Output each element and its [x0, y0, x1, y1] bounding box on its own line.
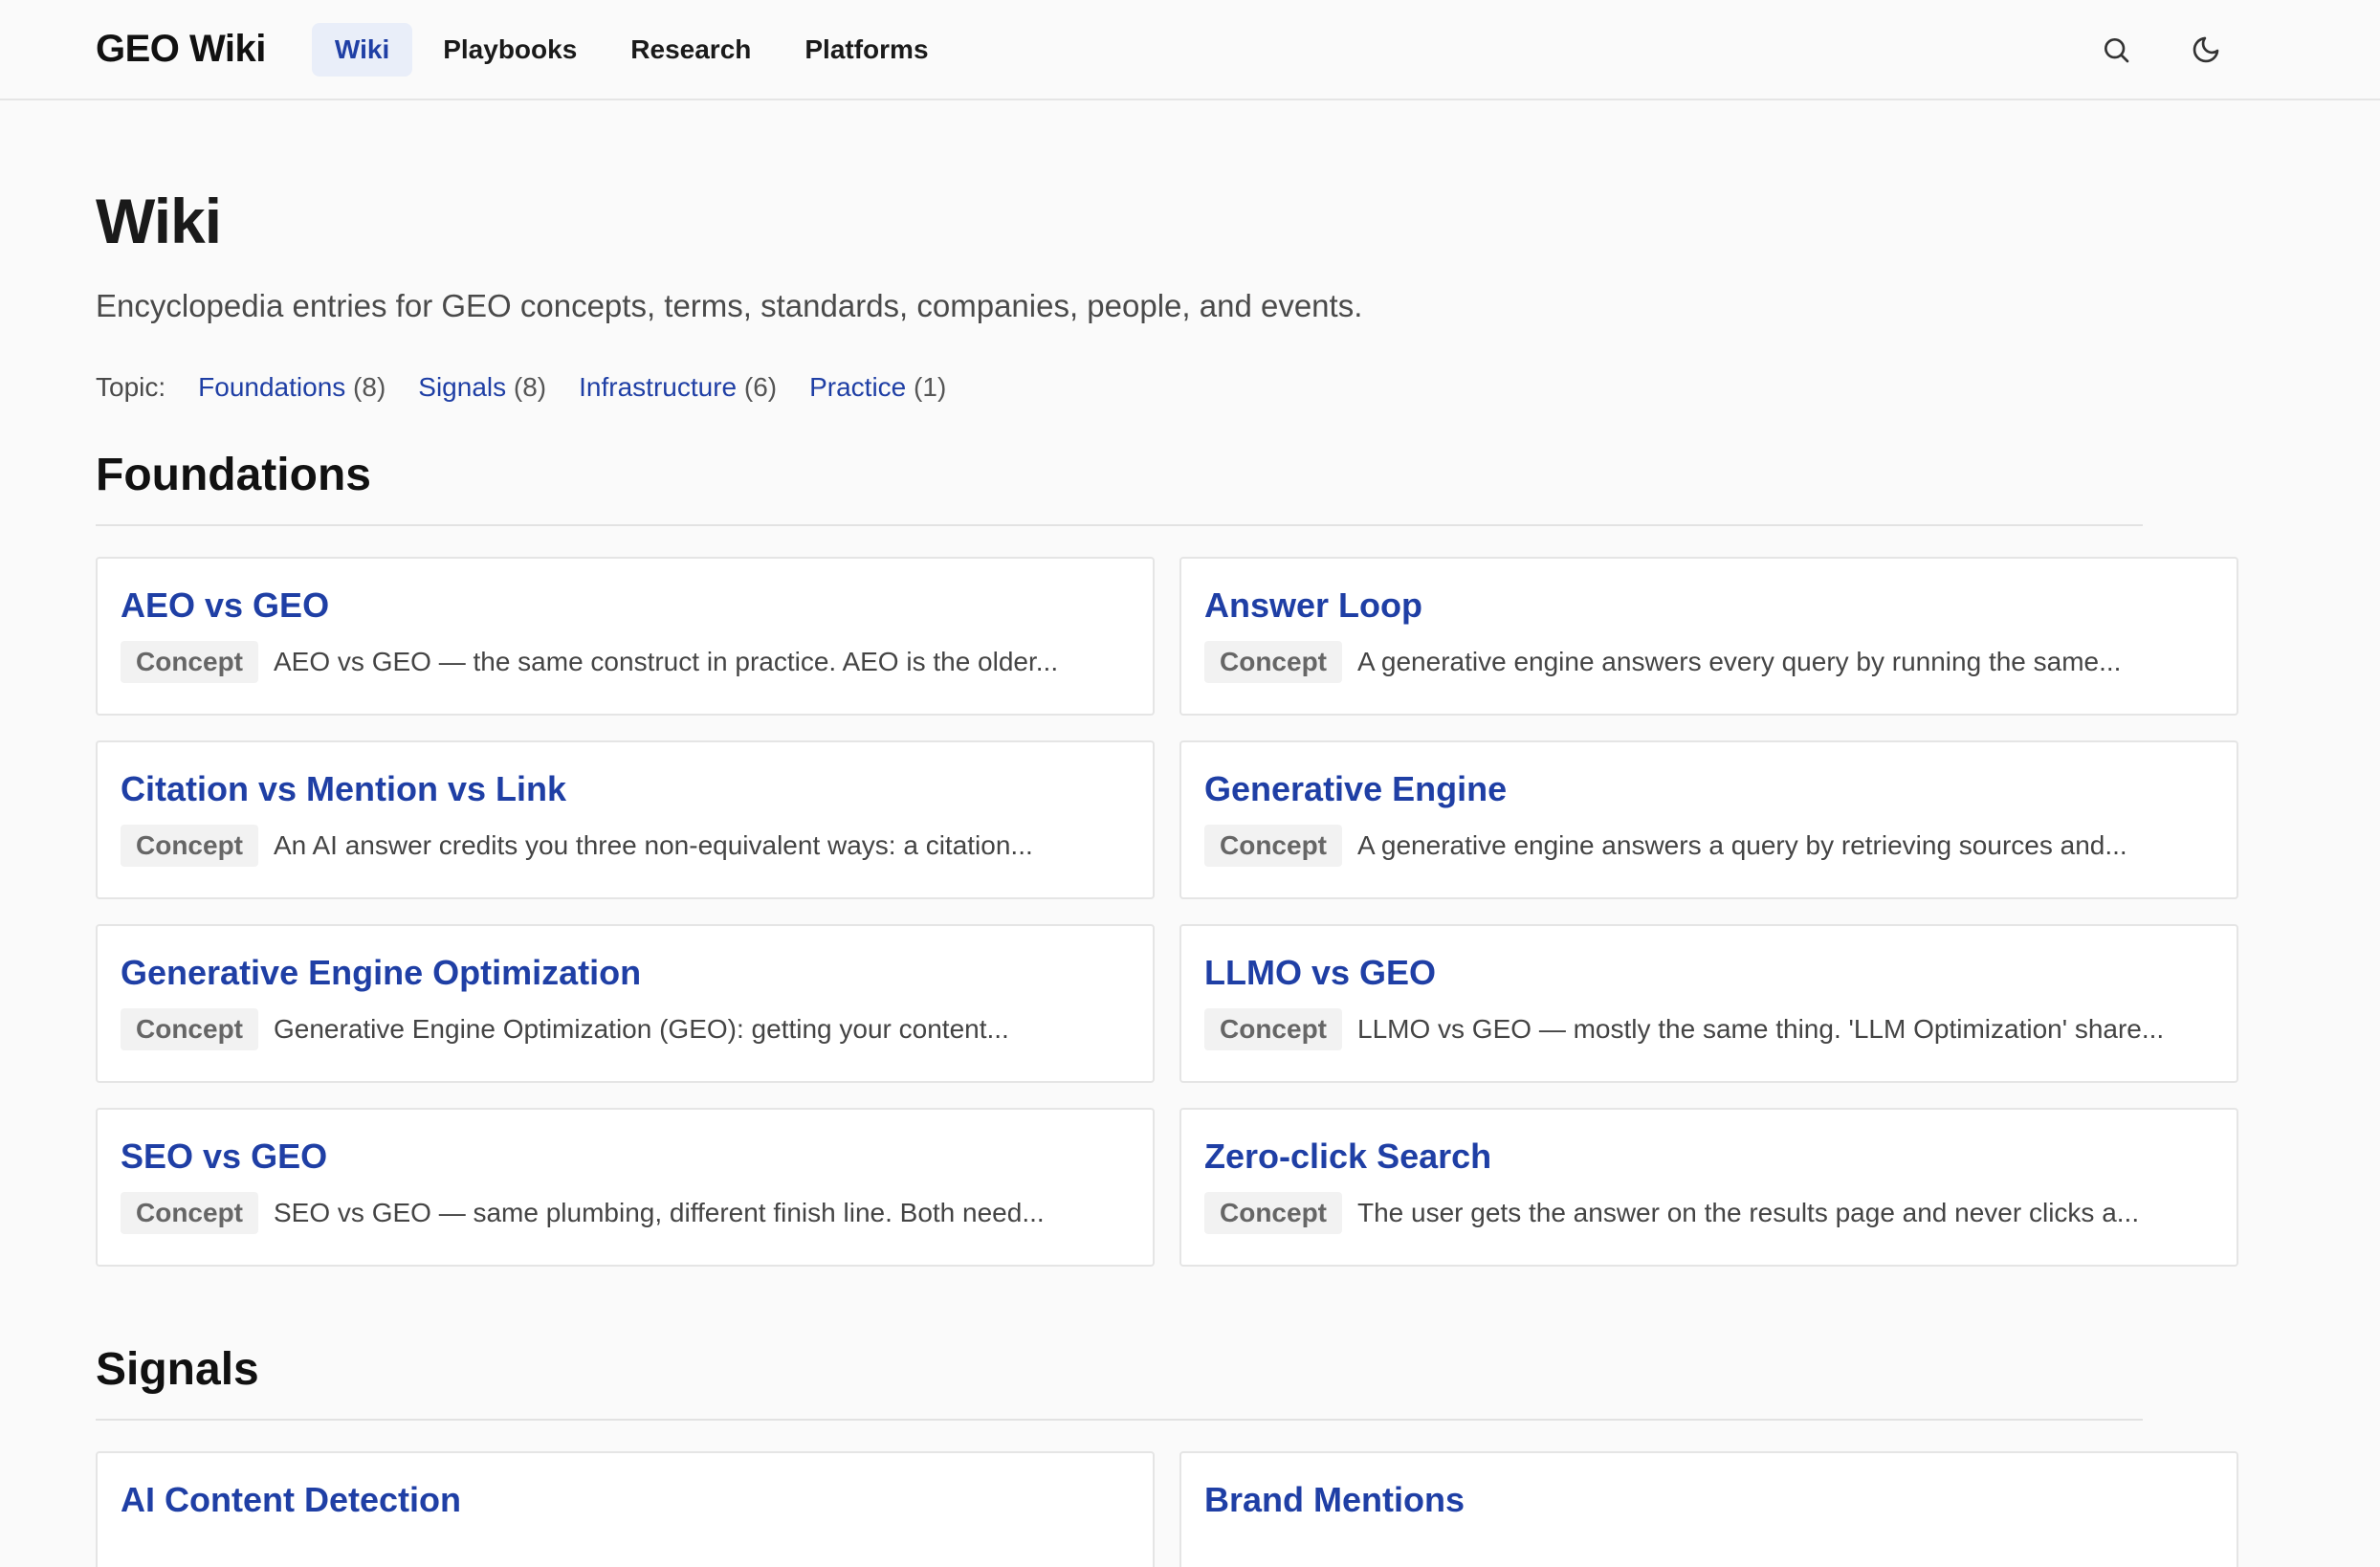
card-description: AEO vs GEO — the same construct in pract… — [274, 647, 1059, 676]
type-badge: Concept — [1204, 1008, 1342, 1050]
wiki-card[interactable]: SEO vs GEO Concept SEO vs GEO — same plu… — [96, 1108, 1155, 1267]
topic-infrastructure: Infrastructure (6) — [579, 372, 777, 403]
topic-count: (8) — [353, 372, 386, 402]
wiki-card[interactable]: Zero-click Search Concept The user gets … — [1179, 1108, 2238, 1267]
card-description: A generative engine answers every query … — [1357, 647, 2122, 676]
nav-item-wiki[interactable]: Wiki — [311, 22, 413, 77]
type-badge: Concept — [121, 641, 258, 683]
card-meta: Concept An AI answer credits you three n… — [121, 825, 1130, 867]
topic-signals: Signals (8) — [418, 372, 546, 403]
nav-item-research[interactable]: Research — [607, 23, 774, 77]
card-description: A generative engine answers a query by r… — [1357, 830, 2127, 860]
wiki-card[interactable]: Generative Engine Optimization Concept G… — [96, 924, 1155, 1083]
card-title[interactable]: SEO vs GEO — [121, 1137, 1130, 1177]
topic-link-practice[interactable]: Practice — [809, 372, 906, 402]
card-title[interactable]: AI Content Detection — [121, 1480, 1130, 1520]
site-logo[interactable]: GEO Wiki — [96, 28, 266, 71]
card-title[interactable]: LLMO vs GEO — [1204, 953, 2214, 993]
card-description: The user gets the answer on the results … — [1357, 1198, 2140, 1227]
type-badge: Concept — [1204, 641, 1342, 683]
topic-link-infrastructure[interactable]: Infrastructure — [579, 372, 737, 402]
card-meta: Concept A generative engine answers ever… — [1204, 641, 2214, 683]
wiki-card[interactable]: Citation vs Mention vs Link Concept An A… — [96, 740, 1155, 899]
card-description: Generative Engine Optimization (GEO): ge… — [274, 1014, 1009, 1044]
wiki-card[interactable]: Generative Engine Concept A generative e… — [1179, 740, 2238, 899]
moon-icon — [2193, 36, 2219, 62]
card-meta: Concept The user gets the answer on the … — [1204, 1192, 2214, 1234]
type-badge: Concept — [1204, 1192, 1342, 1234]
nav-item-playbooks[interactable]: Playbooks — [420, 23, 600, 77]
type-badge: Concept — [121, 1008, 258, 1050]
topic-link-foundations[interactable]: Foundations — [198, 372, 345, 402]
topic-practice: Practice (1) — [809, 372, 946, 403]
page-subtitle: Encyclopedia entries for GEO concepts, t… — [96, 288, 1363, 323]
topic-foundations: Foundations (8) — [198, 372, 386, 403]
nav-item-platforms[interactable]: Platforms — [782, 23, 951, 77]
main-nav: Wiki Playbooks Research Platforms — [311, 22, 952, 77]
card-title[interactable]: Generative Engine Optimization — [121, 953, 1130, 993]
topic-filter: Topic: Foundations (8) Signals (8) Infra… — [96, 372, 2143, 403]
card-title[interactable]: Zero-click Search — [1204, 1137, 2214, 1177]
wiki-card[interactable]: AEO vs GEO Concept AEO vs GEO — the same… — [96, 557, 1155, 716]
section-title-signals: Signals — [96, 1343, 2143, 1421]
topic-link-signals[interactable]: Signals — [418, 372, 506, 402]
type-badge: Concept — [1204, 825, 1342, 867]
card-description: An AI answer credits you three non-equiv… — [274, 830, 1033, 860]
signals-grid: AI Content Detection Brand Mentions — [96, 1451, 2238, 1567]
page-title: Wiki — [96, 186, 222, 256]
card-title[interactable]: Answer Loop — [1204, 585, 2214, 626]
topic-label: Topic: — [96, 372, 166, 402]
header-actions — [2095, 0, 2227, 99]
topic-count: (6) — [743, 372, 778, 402]
card-description: LLMO vs GEO — mostly the same thing. 'LL… — [1357, 1014, 2165, 1044]
wiki-card[interactable]: AI Content Detection — [96, 1451, 1155, 1567]
card-title[interactable]: AEO vs GEO — [121, 585, 1130, 626]
card-meta: Concept A generative engine answers a qu… — [1204, 825, 2214, 867]
card-description: SEO vs GEO — same plumbing, different fi… — [274, 1198, 1045, 1227]
card-title[interactable]: Generative Engine — [1204, 769, 2214, 809]
theme-toggle-button[interactable] — [2185, 29, 2227, 71]
card-meta: Concept Generative Engine Optimization (… — [121, 1008, 1130, 1050]
type-badge: Concept — [121, 825, 258, 867]
main-content: Wiki Encyclopedia entries for GEO concep… — [0, 185, 2238, 1567]
topic-count: (8) — [513, 372, 547, 402]
section-title-foundations: Foundations — [96, 449, 2143, 526]
card-meta: Concept LLMO vs GEO — mostly the same th… — [1204, 1008, 2214, 1050]
wiki-card[interactable]: Brand Mentions — [1179, 1451, 2238, 1567]
topic-count: (1) — [914, 372, 947, 402]
type-badge: Concept — [121, 1192, 258, 1234]
card-meta: Concept AEO vs GEO — the same construct … — [121, 641, 1130, 683]
card-title[interactable]: Citation vs Mention vs Link — [121, 769, 1130, 809]
foundations-grid: AEO vs GEO Concept AEO vs GEO — the same… — [96, 557, 2238, 1267]
search-icon — [2105, 37, 2129, 62]
card-title[interactable]: Brand Mentions — [1204, 1480, 2214, 1520]
search-button[interactable] — [2095, 29, 2137, 71]
card-meta: Concept SEO vs GEO — same plumbing, diff… — [121, 1192, 1130, 1234]
wiki-card[interactable]: Answer Loop Concept A generative engine … — [1179, 557, 2238, 716]
top-navigation-bar: GEO Wiki Wiki Playbooks Research Platfor… — [0, 0, 2380, 100]
wiki-card[interactable]: LLMO vs GEO Concept LLMO vs GEO — mostly… — [1179, 924, 2238, 1083]
